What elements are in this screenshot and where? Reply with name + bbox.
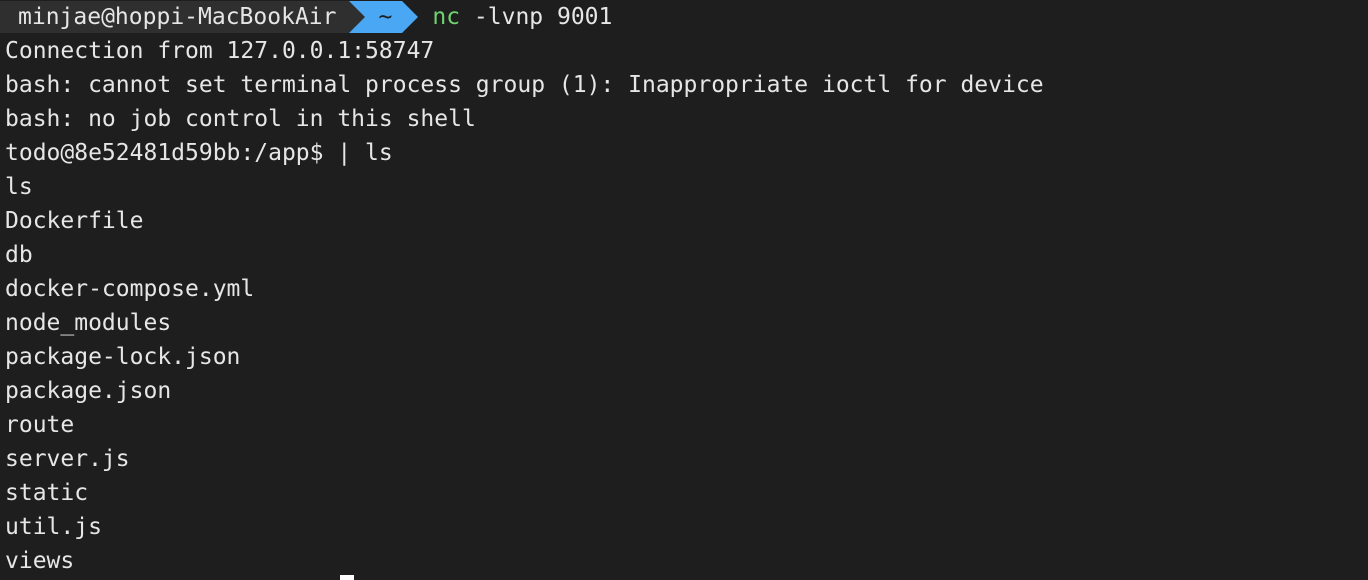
- output-line: bash: no job control in this shell: [5, 106, 476, 132]
- output-line: Connection from 127.0.0.1:58747: [5, 38, 435, 64]
- command-name: nc: [432, 4, 461, 30]
- output-line: bash: cannot set terminal process group …: [5, 72, 1044, 98]
- output-line: ls: [5, 174, 33, 200]
- output-line: util.js: [5, 514, 102, 540]
- output-line: server.js: [5, 446, 130, 472]
- terminal-window[interactable]: minjae@hoppi-MacBookAir ~ nc -lvnp 9001 …: [0, 0, 1368, 580]
- output-line: Dockerfile: [5, 208, 144, 234]
- output-line: docker-compose.yml: [5, 276, 255, 302]
- command-args: -lvnp 9001: [460, 4, 613, 30]
- prompt-host-segment: minjae@hoppi-MacBookAir: [0, 1, 349, 33]
- typed-command: nc -lvnp 9001: [432, 0, 612, 34]
- prompt-line: minjae@hoppi-MacBookAir ~ nc -lvnp 9001: [0, 0, 1368, 34]
- output-line: route: [5, 412, 75, 438]
- output-line: static: [5, 480, 89, 506]
- output-line: todo@8e52481d59bb:/app$ | ls: [5, 140, 393, 166]
- powerline-arrow-icon: [402, 1, 419, 33]
- powerline-separator-icon: [348, 1, 365, 33]
- text-cursor: [340, 575, 354, 580]
- output-line: views: [5, 548, 75, 574]
- output-line: node_modules: [5, 310, 172, 336]
- output-line: package-lock.json: [5, 344, 241, 370]
- output-line: package.json: [5, 378, 172, 404]
- prompt-dir-segment: ~: [364, 1, 403, 33]
- output-line: db: [5, 242, 33, 268]
